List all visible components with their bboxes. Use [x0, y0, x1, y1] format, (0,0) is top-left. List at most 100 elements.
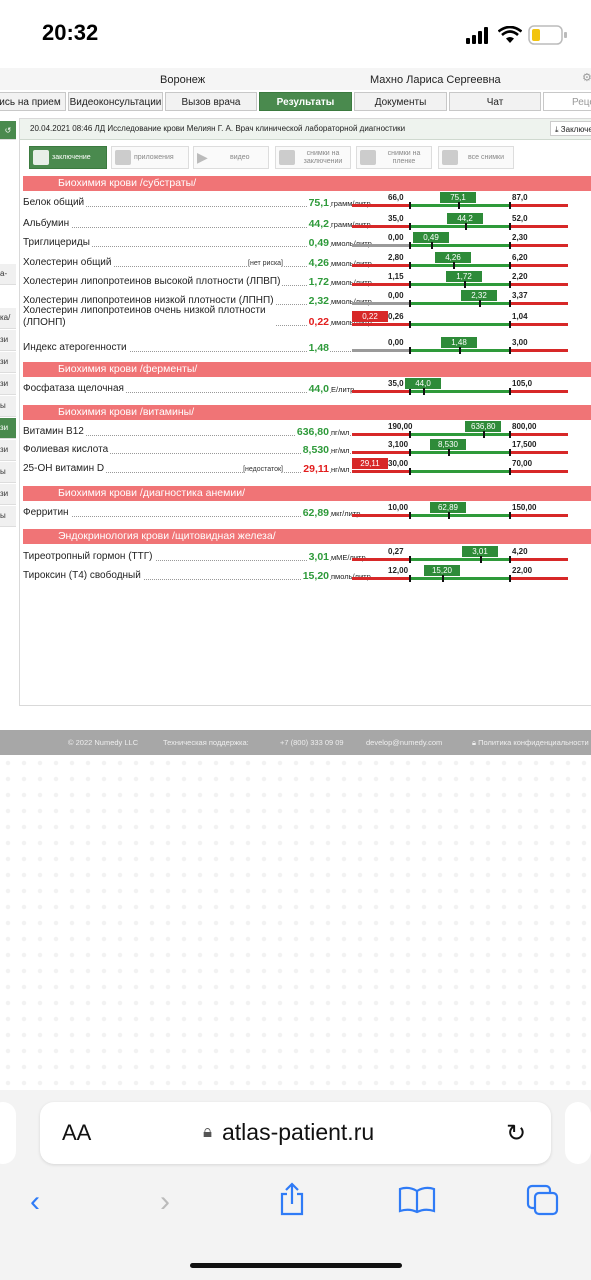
range-tick-low: [409, 321, 411, 328]
test-unit: пг/мл: [331, 428, 350, 437]
back-arrow-icon[interactable]: ‹: [30, 1185, 40, 1219]
reference-range-bar: 30,00 70,00 29,11: [352, 458, 568, 477]
reference-range-bar: 10,00 150,00 62,89: [352, 502, 568, 521]
reference-range-bar: 3,100 17,500 8,530: [352, 439, 568, 458]
address-bar[interactable]: AA 🔒︎ atlas-patient.ru ↻: [40, 1102, 551, 1164]
status-time: 20:32: [42, 20, 99, 45]
range-tick-high: [509, 202, 511, 209]
next-tab-preview[interactable]: [565, 1102, 591, 1164]
value-tick: [459, 347, 461, 354]
value-tick: [480, 556, 482, 563]
url-text[interactable]: atlas-patient.ru: [222, 1119, 374, 1146]
range-normal-segment: [410, 514, 510, 517]
reload-icon[interactable]: ↻: [506, 1119, 526, 1148]
range-low-segment: [352, 558, 410, 561]
test-value: 0,22: [306, 316, 329, 328]
test-name: Тироксин (Т4) свободный: [23, 570, 143, 581]
footer-privacy-link[interactable]: 🔒︎ Политика конфиденциальности: [472, 738, 589, 748]
range-high-segment: [510, 349, 568, 352]
range-low-label: 0,27: [388, 547, 404, 556]
reference-range-bar: 1,15 2,20 1,72: [352, 271, 568, 290]
prev-tab-preview[interactable]: [0, 1102, 16, 1164]
value-marker: 29,11: [352, 458, 388, 469]
range-line: [352, 204, 568, 207]
range-low-label: 3,100: [388, 440, 409, 449]
reference-range-bar: 2,80 6,20 4,26: [352, 252, 568, 271]
reference-range-bar: 0,26 1,04 0,22: [352, 311, 568, 330]
test-name: Витамин В12: [23, 426, 86, 437]
range-tick-low: [409, 388, 411, 395]
battery-icon: [528, 25, 567, 45]
test-value: 15,20: [300, 570, 329, 582]
reference-range-bar: 66,0 87,0 75,1: [352, 192, 568, 211]
range-high-label: 17,500: [512, 440, 537, 449]
test-value: 29,11: [301, 463, 329, 475]
range-high-segment: [510, 433, 568, 436]
test-name: Триглицериды: [23, 237, 92, 248]
forward-arrow-icon[interactable]: ›: [160, 1185, 170, 1219]
range-high-segment: [510, 558, 568, 561]
range-low-label: 10,00: [388, 503, 409, 512]
range-normal-segment: [410, 302, 510, 305]
bookmarks-icon[interactable]: [398, 1186, 436, 1214]
range-high-segment: [510, 390, 568, 393]
range-tick-low: [409, 468, 411, 475]
range-tick-high: [509, 431, 511, 438]
range-high-label: 2,30: [512, 233, 528, 242]
section-title: Биохимия крови /витамины/: [58, 406, 195, 418]
range-high-segment: [510, 470, 568, 473]
range-high-label: 4,20: [512, 547, 528, 556]
range-low-segment: [352, 225, 410, 228]
range-low-segment: [352, 470, 410, 473]
range-normal-segment: [410, 451, 510, 454]
footer-phone[interactable]: +7 (800) 333 09 09: [280, 738, 344, 747]
range-tick-low: [409, 242, 411, 249]
range-high-segment: [510, 244, 568, 247]
range-tick-low: [409, 575, 411, 582]
test-name: 25-OH витамин D: [23, 463, 107, 474]
range-high-label: 87,0: [512, 193, 528, 202]
range-tick-low: [409, 300, 411, 307]
section-header: Биохимия крови /ферменты/: [23, 362, 591, 377]
section-header: Биохимия крови /диагностика анемии/: [23, 486, 591, 501]
reader-aa-button[interactable]: AA: [62, 1120, 91, 1146]
range-normal-segment: [410, 558, 510, 561]
range-low-segment: [352, 204, 410, 207]
section-title: Биохимия крови /субстраты/: [58, 177, 197, 189]
range-line: [352, 225, 568, 228]
range-low-label: 0,26: [388, 312, 404, 321]
risk-note: [недостаток]: [243, 466, 283, 473]
test-value: 8,530: [300, 444, 329, 456]
test-name: Холестерин общий: [23, 257, 114, 268]
range-high-segment: [510, 514, 568, 517]
range-high-label: 800,00: [512, 422, 537, 431]
range-low-segment: [352, 244, 410, 247]
range-tick-high: [509, 262, 511, 269]
value-tick: [464, 281, 466, 288]
range-low-segment: [352, 451, 410, 454]
reference-range-bar: 35,0 52,0 44,2: [352, 213, 568, 232]
range-normal-segment: [410, 323, 510, 326]
value-tick: [465, 223, 467, 230]
share-icon[interactable]: [278, 1182, 306, 1216]
range-high-segment: [510, 204, 568, 207]
value-tick: [448, 449, 450, 456]
range-low-segment: [352, 283, 410, 286]
range-tick-high: [509, 468, 511, 475]
range-line: [352, 470, 568, 473]
signal-icon: [466, 27, 488, 44]
range-tick-low: [409, 431, 411, 438]
page-footer: © 2022 Numedy LLC Техническая поддержка:…: [0, 730, 591, 755]
test-value: 0,49: [306, 237, 329, 249]
wifi-icon: [498, 26, 522, 43]
risk-note: [нет риска]: [248, 260, 283, 267]
range-line: [352, 451, 568, 454]
footer-email[interactable]: develop@numedy.com: [366, 738, 442, 747]
range-tick-low: [409, 262, 411, 269]
range-high-label: 150,00: [512, 503, 537, 512]
range-low-label: 0,00: [388, 291, 404, 300]
test-name: Холестерин липопротеинов высокой плотнос…: [23, 276, 283, 287]
range-tick-high: [509, 575, 511, 582]
range-high-segment: [510, 302, 568, 305]
tabs-icon[interactable]: [526, 1184, 560, 1216]
